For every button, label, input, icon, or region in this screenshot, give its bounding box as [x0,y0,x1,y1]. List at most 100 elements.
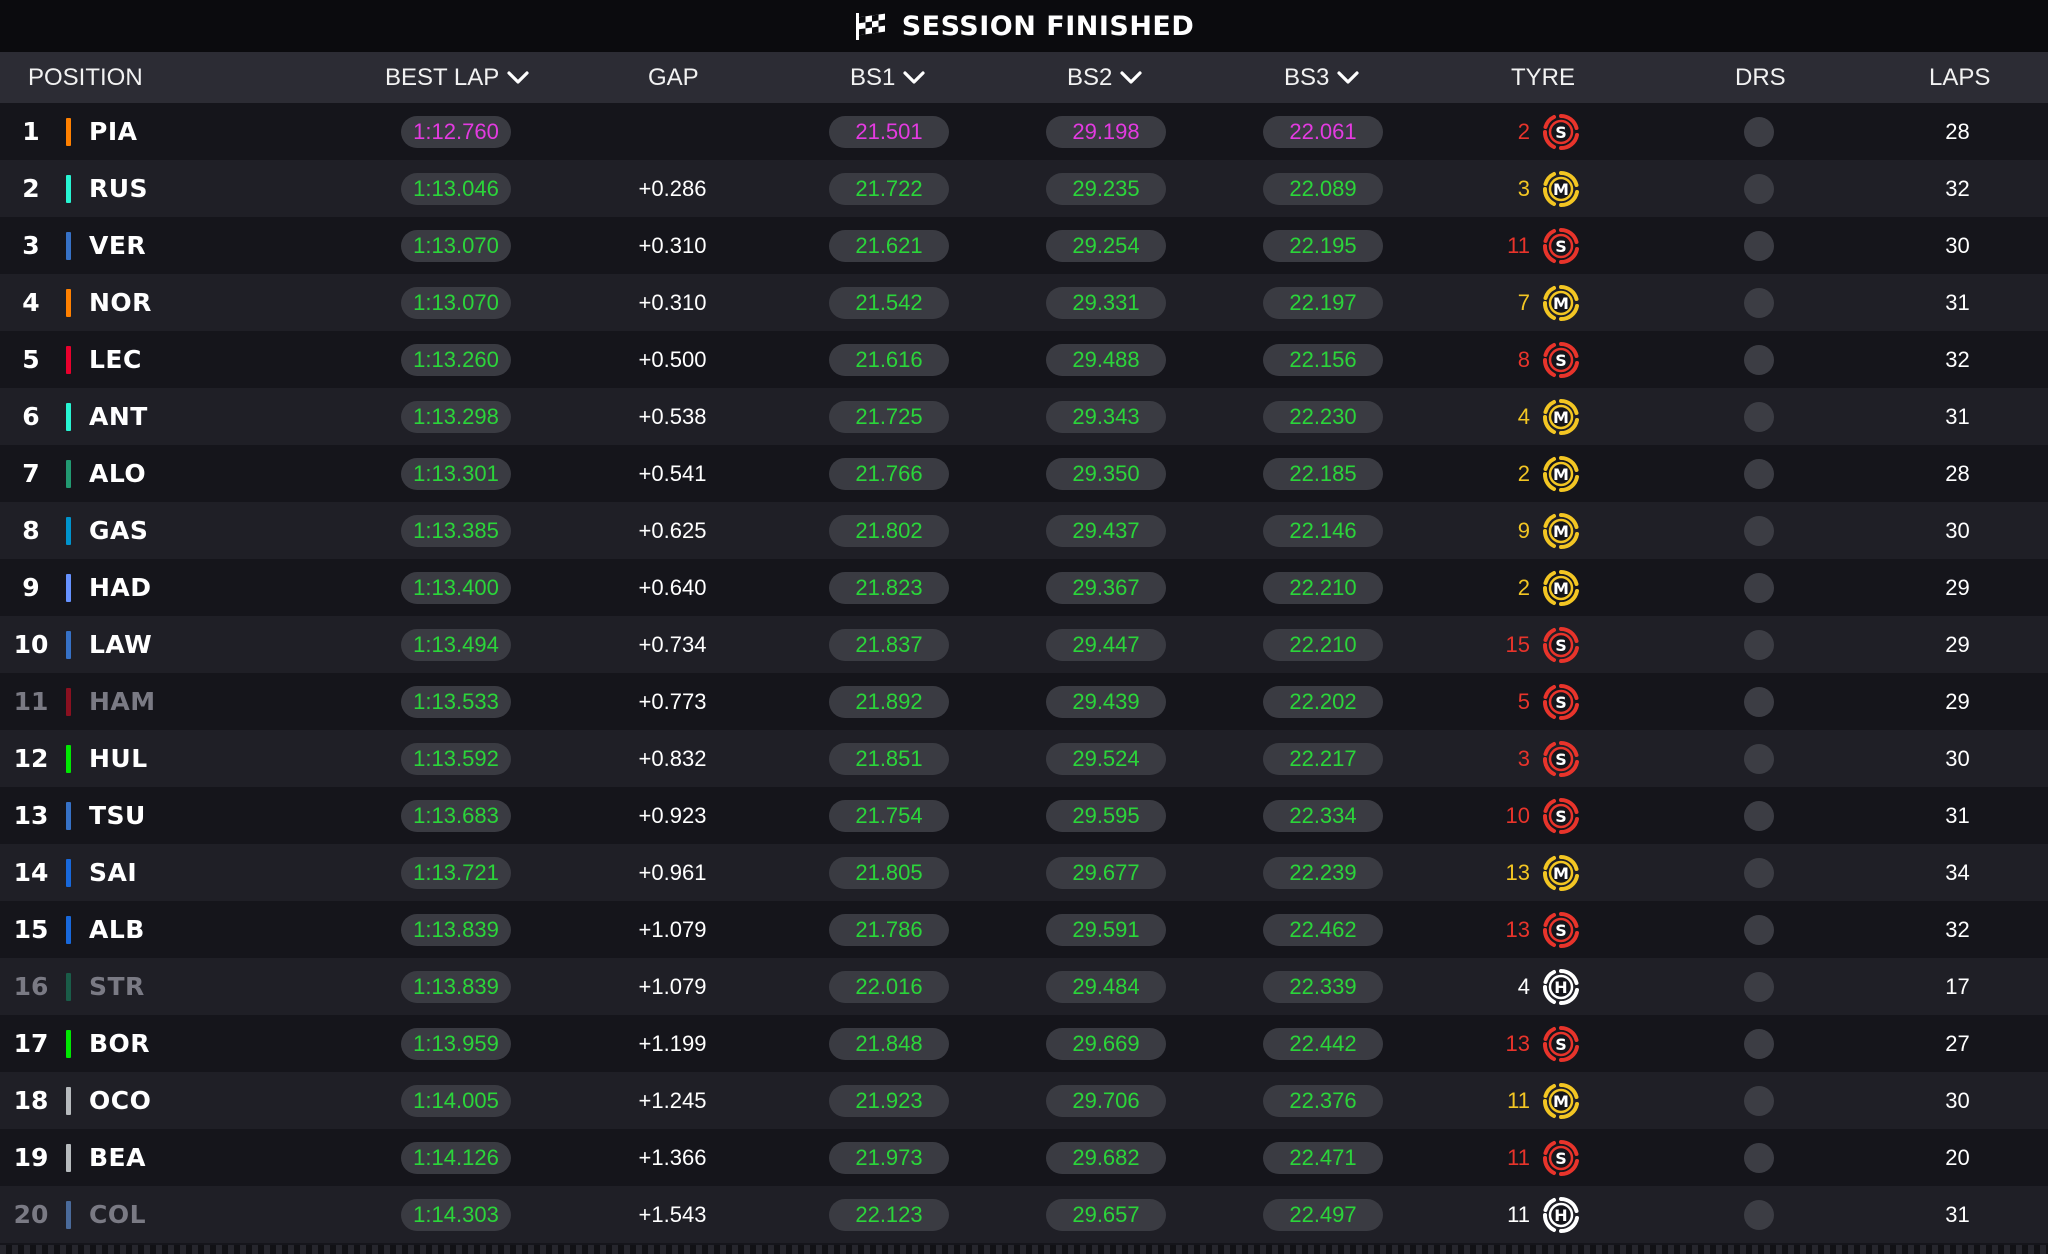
table-row[interactable]: 16 STR 1:13.839 +1.079 22.016 29.484 22.… [0,958,2048,1015]
tyre-age: 2 [1517,574,1530,600]
svg-text:S: S [1555,1149,1567,1168]
team-color-swatch [66,345,71,374]
tyre-age: 9 [1517,517,1530,543]
table-row[interactable]: 4 NOR 1:13.070 +0.310 21.542 29.331 22.1… [0,274,2048,331]
medium-tyre-icon: M [1543,569,1579,606]
laps-count: 30 [1945,1087,1970,1113]
bs1-cell: 21.837 [829,616,949,673]
table-row[interactable]: 12 HUL 1:13.592 +0.832 21.851 29.524 22.… [0,730,2048,787]
column-header-drs[interactable]: DRS [1735,52,1786,103]
table-row[interactable]: 18 OCO 1:14.005 +1.245 21.923 29.706 22.… [0,1072,2048,1129]
bs1-cell: 21.851 [829,730,949,787]
driver-code: TSU [89,801,146,830]
team-color-bar [66,103,71,160]
gap-value: +0.640 [638,574,707,600]
bs1-cell: 21.754 [829,787,949,844]
gap-value: +1.199 [638,1030,707,1056]
best-lap-time: 1:14.126 [401,1141,511,1174]
column-header-gap[interactable]: GAP [648,52,699,103]
gap-value: +0.286 [638,175,707,201]
table-row[interactable]: 19 BEA 1:14.126 +1.366 21.973 29.682 22.… [0,1129,2048,1186]
team-color-swatch [66,858,71,887]
table-row[interactable]: 20 COL 1:14.303 +1.543 22.123 29.657 22.… [0,1186,2048,1243]
column-header-bs3[interactable]: BS3 [1284,52,1359,103]
bs2-time: 29.595 [1046,799,1166,832]
table-row[interactable]: 15 ALB 1:13.839 +1.079 21.786 29.591 22.… [0,901,2048,958]
tyre-compound: M [1541,388,1581,445]
bs3-cell: 22.061 [1263,103,1383,160]
tyre-age: 15 [1505,631,1530,657]
bs2-time: 29.343 [1046,400,1166,433]
team-color-bar [66,217,71,274]
soft-tyre-icon: S [1543,626,1579,663]
bs2-time: 29.657 [1046,1198,1166,1231]
best-lap-time: 1:13.533 [401,685,511,718]
bs2-cell: 29.350 [1046,445,1166,502]
column-header-laps[interactable]: LAPS [1929,52,1990,103]
hard-tyre-icon: H [1543,1196,1579,1233]
bs1-time: 21.754 [829,799,949,832]
table-row[interactable]: 2 RUS 1:13.046 +0.286 21.722 29.235 22.0… [0,160,2048,217]
bs2-time: 29.198 [1046,115,1166,148]
bs3-cell: 22.339 [1263,958,1383,1015]
position-number: 12 [13,744,49,773]
bs1-time: 21.805 [829,856,949,889]
position-number: 19 [13,1143,49,1172]
table-row[interactable]: 6 ANT 1:13.298 +0.538 21.725 29.343 22.2… [0,388,2048,445]
tyre-compound: S [1541,1129,1581,1186]
table-row[interactable]: 1 PIA 1:12.760 21.501 29.198 22.061 2 S … [0,103,2048,160]
tyre-compound: S [1541,331,1581,388]
team-color-bar [66,958,71,1015]
drs-indicator [1744,331,1774,388]
svg-text:S: S [1555,921,1567,940]
best-lap-time: 1:13.721 [401,856,511,889]
table-row[interactable]: 7 ALO 1:13.301 +0.541 21.766 29.350 22.1… [0,445,2048,502]
table-row[interactable]: 17 BOR 1:13.959 +1.199 21.848 29.669 22.… [0,1015,2048,1072]
bs2-cell: 29.488 [1046,331,1166,388]
drs-indicator [1744,445,1774,502]
tyre-age: 3 [1517,745,1530,771]
bs3-cell: 22.497 [1263,1186,1383,1243]
team-color-bar [66,502,71,559]
drs-indicator [1744,217,1774,274]
column-header-position[interactable]: POSITION [28,52,143,103]
bs3-cell: 22.210 [1263,616,1383,673]
laps-count: 30 [1945,517,1970,543]
bs1-cell: 21.542 [829,274,949,331]
drs-indicator [1744,559,1774,616]
column-header-bs2[interactable]: BS2 [1067,52,1142,103]
driver-code: OCO [89,1086,152,1115]
table-row[interactable]: 5 LEC 1:13.260 +0.500 21.616 29.488 22.1… [0,331,2048,388]
tyre-compound: S [1541,673,1581,730]
table-row[interactable]: 3 VER 1:13.070 +0.310 21.621 29.254 22.1… [0,217,2048,274]
bs1-time: 21.722 [829,172,949,205]
table-row[interactable]: 11 HAM 1:13.533 +0.773 21.892 29.439 22.… [0,673,2048,730]
column-header-bs1[interactable]: BS1 [850,52,925,103]
table-row[interactable]: 9 HAD 1:13.400 +0.640 21.823 29.367 22.2… [0,559,2048,616]
driver-code: RUS [89,174,149,203]
team-color-swatch [66,117,71,146]
bs3-cell: 22.334 [1263,787,1383,844]
bs1-cell: 21.766 [829,445,949,502]
gap-value: +0.625 [638,517,707,543]
soft-tyre-icon: S [1543,113,1579,150]
svg-text:M: M [1553,579,1569,598]
table-row[interactable]: 13 TSU 1:13.683 +0.923 21.754 29.595 22.… [0,787,2048,844]
column-header-best-lap[interactable]: BEST LAP [385,52,529,103]
column-label: DRS [1735,63,1786,91]
team-color-swatch [66,1086,71,1115]
best-lap-time: 1:13.959 [401,1027,511,1060]
driver-code: GAS [89,516,149,545]
best-lap-time: 1:12.760 [401,115,511,148]
driver-code: ALB [89,915,145,944]
medium-tyre-icon: M [1543,854,1579,891]
best-lap-time: 1:14.005 [401,1084,511,1117]
table-row[interactable]: 10 LAW 1:13.494 +0.734 21.837 29.447 22.… [0,616,2048,673]
table-row[interactable]: 14 SAI 1:13.721 +0.961 21.805 29.677 22.… [0,844,2048,901]
bs1-cell: 21.805 [829,844,949,901]
table-row[interactable]: 8 GAS 1:13.385 +0.625 21.802 29.437 22.1… [0,502,2048,559]
team-color-swatch [66,288,71,317]
team-color-bar [66,787,71,844]
bs2-time: 29.367 [1046,571,1166,604]
column-header-tyre[interactable]: TYRE [1511,52,1575,103]
